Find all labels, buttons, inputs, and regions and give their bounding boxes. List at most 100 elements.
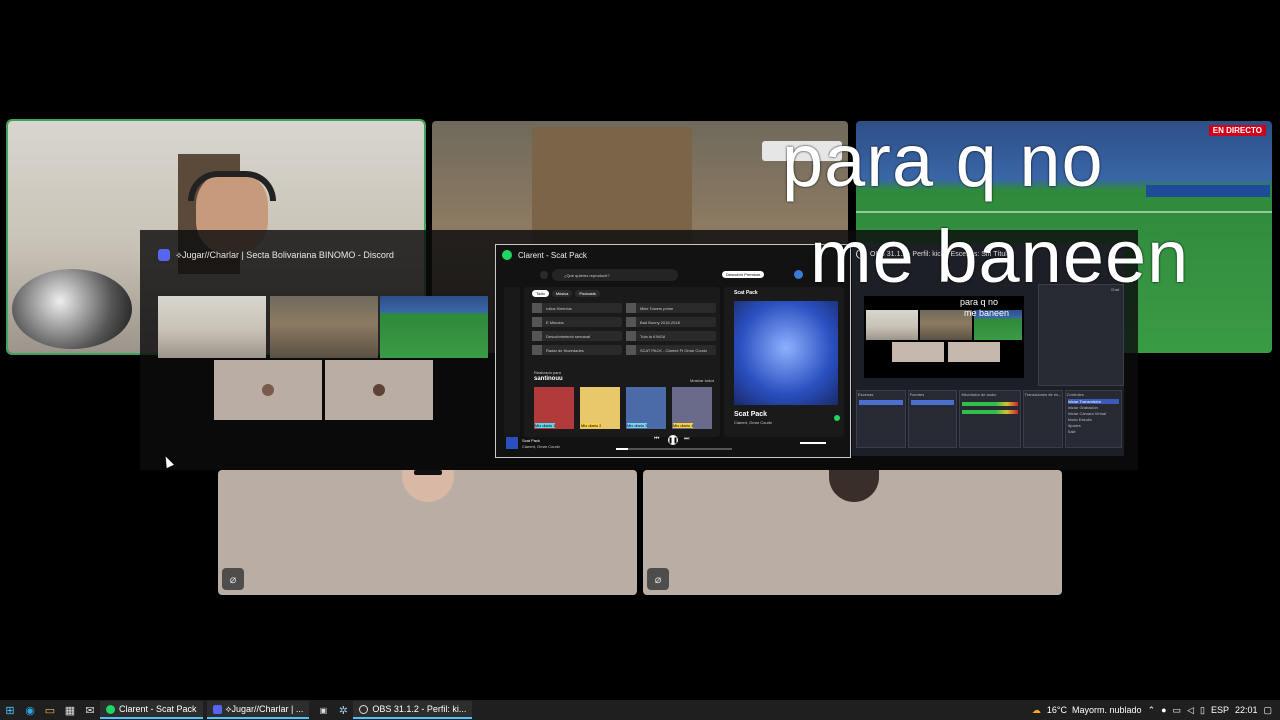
discord-mini-tile-5[interactable]: [325, 360, 433, 420]
sources-panel[interactable]: Fuentes: [907, 390, 958, 448]
video-tile-user-5[interactable]: ⌀: [643, 470, 1062, 595]
shortcut-item[interactable]: E Minutos: [532, 317, 622, 327]
mix-card[interactable]: Mix diario 4: [672, 387, 712, 429]
scene-selected[interactable]: [859, 400, 903, 405]
player-artist[interactable]: Clarent, Omar Courtz: [522, 444, 560, 449]
audio-mixer-panel[interactable]: Mezclador de audio: [959, 390, 1021, 448]
album-art: [734, 301, 838, 405]
premium-button[interactable]: Descubrir Premium: [722, 271, 765, 278]
terminal-icon[interactable]: ▣: [313, 700, 333, 720]
search-input[interactable]: ¿Qué quieres reproducir?: [552, 269, 678, 281]
microphone-icon[interactable]: ●: [1161, 705, 1166, 715]
mix-card[interactable]: Mix diario 2: [580, 387, 620, 429]
start-recording-button[interactable]: Iniciar Grabación: [1068, 405, 1119, 410]
spotify-titlebar: Clarent - Scat Pack: [502, 250, 587, 260]
scenes-panel[interactable]: Escenas: [856, 390, 906, 448]
discord-window-title: ⟡Jugar//Charlar | Secta Bolivariana BINO…: [176, 249, 394, 260]
play-pause-button[interactable]: ❚❚: [668, 435, 678, 445]
steam-icon[interactable]: ✲: [333, 700, 353, 720]
mail-icon[interactable]: ✉: [80, 700, 100, 720]
discord-mini-tile-2[interactable]: [270, 296, 378, 358]
network-icon[interactable]: ▭: [1173, 705, 1182, 716]
edge-icon[interactable]: ◉: [20, 700, 40, 720]
shortcut-item[interactable]: SCAT PACK - Clarent Ft Omar Courtz: [626, 345, 716, 355]
progress-bar[interactable]: [616, 448, 732, 450]
avatar: [402, 470, 454, 502]
exit-button[interactable]: Salir: [1068, 429, 1119, 434]
transitions-panel[interactable]: Transiciones de es...: [1022, 390, 1063, 448]
store-icon[interactable]: ▦: [60, 700, 80, 720]
player-cover: [506, 437, 518, 449]
clock[interactable]: 22:01: [1235, 705, 1258, 715]
mute-icon[interactable]: ⌀: [222, 568, 244, 590]
shortcut-item[interactable]: rollos 9/mintos: [532, 303, 622, 313]
spotify-icon: [502, 250, 512, 260]
search-placeholder: ¿Qué quieres reproducir?: [564, 273, 610, 278]
caption-line-2: me baneen: [810, 215, 1190, 298]
start-icon[interactable]: ⊞: [0, 700, 20, 720]
mix-row: Mix diario 1 Mix diario 2 Mix diario 3 M…: [534, 387, 712, 429]
spotify-window[interactable]: Clarent - Scat Pack ¿Qué quieres reprodu…: [495, 244, 851, 458]
taskbar-app-discord[interactable]: ⟡Jugar//Charlar | ...: [206, 701, 310, 719]
settings-button[interactable]: Ajustes: [1068, 423, 1119, 428]
obs-chat-panel[interactable]: Chat: [1038, 284, 1124, 386]
taskbar-app-spotify[interactable]: Clarent - Scat Pack: [100, 701, 203, 719]
discord-titlebar: ⟡Jugar//Charlar | Secta Bolivariana BINO…: [158, 248, 394, 262]
shortcut-item[interactable]: Bad Bunny 2016-2018: [626, 317, 716, 327]
start-stream-button[interactable]: Iniciar Transmisión: [1067, 399, 1120, 404]
saved-check-icon[interactable]: [834, 415, 840, 421]
discord-mini-tile-3[interactable]: [380, 296, 488, 358]
obs-dock-row: Escenas Fuentes Mezclador de audio Trans…: [856, 390, 1123, 448]
weather-text[interactable]: 16°C Mayorm. nublado: [1047, 705, 1142, 715]
tray-chevron-icon[interactable]: ⌃: [1148, 705, 1156, 716]
shortcut-item[interactable]: Tula la K!NGA: [626, 331, 716, 341]
weather-icon[interactable]: ☁: [1032, 705, 1041, 716]
shortcut-item[interactable]: Radar de Novedades: [532, 345, 622, 355]
chip-musica[interactable]: Música: [551, 290, 573, 297]
discord-mini-tile-4[interactable]: [214, 360, 322, 420]
live-badge: EN DIRECTO: [1208, 125, 1266, 136]
track-artist[interactable]: Clarent, Omar Courtz: [734, 420, 772, 425]
player-track[interactable]: Scat Pack: [522, 438, 540, 443]
helmet: [12, 269, 132, 349]
next-icon[interactable]: ⏭: [684, 436, 689, 443]
spotify-window-title: Clarent - Scat Pack: [518, 250, 587, 260]
discord-mini-tile-1[interactable]: [158, 296, 266, 358]
show-all-link[interactable]: Mostrar todos: [690, 378, 714, 383]
chip-podcasts[interactable]: Podcasts: [575, 290, 600, 297]
preview-tile-5: [948, 342, 1000, 362]
mix-card[interactable]: Mix diario 1: [534, 387, 574, 429]
controls-panel[interactable]: Controles Iniciar Transmisión Iniciar Gr…: [1064, 390, 1123, 448]
mix-card[interactable]: Mix diario 3: [626, 387, 666, 429]
ad-board: [1146, 185, 1270, 197]
taskbar-app-label: ⟡Jugar//Charlar | ...: [225, 703, 304, 714]
shortcut-item[interactable]: Mike Towers prime: [626, 303, 716, 313]
notifications-icon[interactable]: ▢: [1263, 705, 1272, 716]
obs-preview[interactable]: para q no me baneen: [864, 296, 1024, 378]
language-indicator[interactable]: ESP: [1211, 705, 1229, 715]
progress-fill: [616, 448, 628, 450]
source-selected[interactable]: [910, 400, 955, 405]
preview-cam-1: [866, 310, 918, 340]
virtual-camera-button[interactable]: Iniciar Cámara Virtual: [1068, 411, 1119, 416]
section-title[interactable]: santinouu: [534, 376, 563, 382]
prev-icon[interactable]: ⏮: [654, 436, 659, 443]
home-icon[interactable]: [540, 271, 548, 279]
audio-meter: [962, 410, 1018, 414]
taskbar-app-obs[interactable]: OBS 31.1.2 - Perfil: ki...: [353, 701, 473, 719]
file-explorer-icon[interactable]: ▭: [40, 700, 60, 720]
mute-icon[interactable]: ⌀: [647, 568, 669, 590]
studio-mode-button[interactable]: Modo Estudio: [1068, 417, 1119, 422]
track-title[interactable]: Scat Pack: [734, 411, 767, 418]
section-label: Realizado para: [534, 370, 561, 375]
library-sidebar: [504, 287, 520, 437]
volume-slider[interactable]: [800, 442, 826, 444]
video-tile-user-4[interactable]: ⌀: [218, 470, 637, 595]
volume-icon[interactable]: ◁: [1187, 705, 1194, 716]
shortcut-item[interactable]: Descubrimiento semanal: [532, 331, 622, 341]
profile-avatar[interactable]: [794, 270, 803, 279]
battery-icon[interactable]: ▯: [1200, 705, 1205, 716]
taskbar-app-label: OBS 31.1.2 - Perfil: ki...: [372, 704, 467, 714]
avatar: [373, 384, 385, 396]
chip-todo[interactable]: Todo: [532, 290, 549, 297]
